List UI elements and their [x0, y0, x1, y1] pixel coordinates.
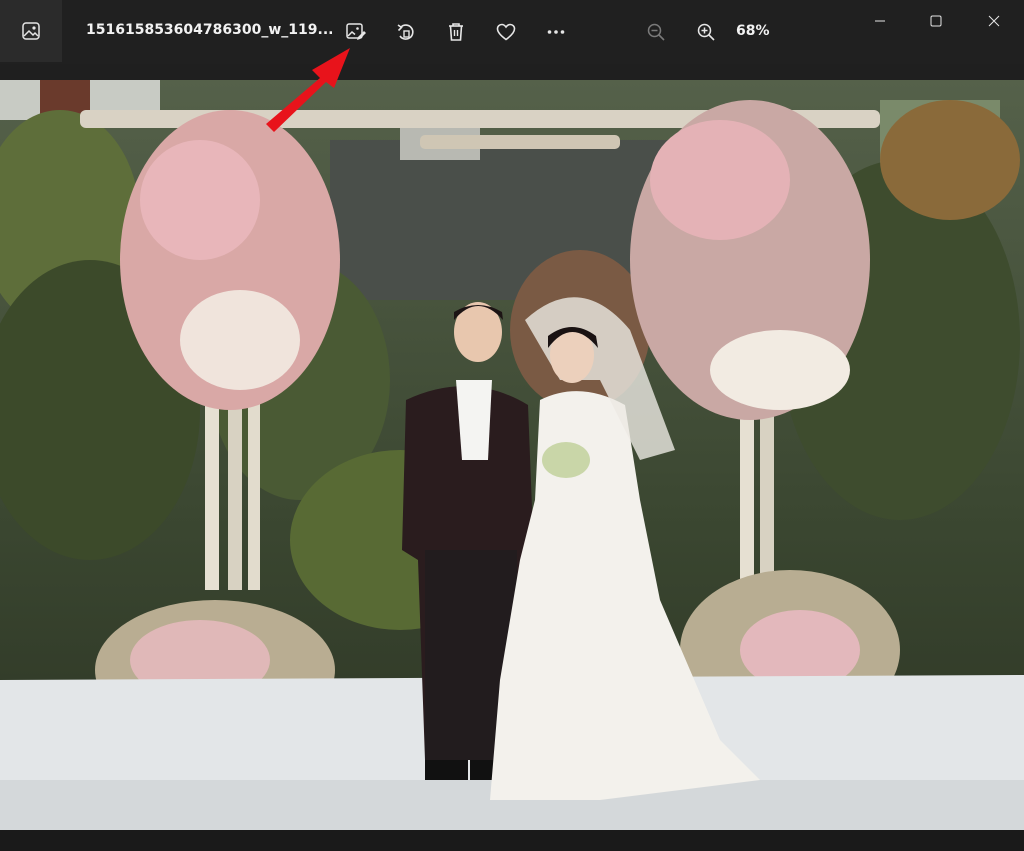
photos-app-button[interactable] — [0, 0, 62, 62]
file-name: 151615853604786300_w_119... — [86, 22, 334, 38]
favorite-icon — [496, 23, 516, 41]
wedding-photo-illustration — [0, 80, 1024, 830]
rotate-icon — [397, 24, 414, 40]
zoom-out-button[interactable] — [640, 16, 672, 48]
photos-app-window: 151615853604786300_w_119... 68% — [0, 0, 1024, 851]
delete-button[interactable] — [440, 16, 472, 48]
minimize-icon — [875, 20, 885, 22]
edit-image-button[interactable] — [340, 16, 372, 48]
delete-icon — [449, 23, 463, 41]
photos-app-icon — [22, 22, 40, 40]
minimize-button[interactable] — [852, 0, 908, 42]
wedding-photo[interactable] — [0, 80, 1024, 830]
title-bar: 151615853604786300_w_119... 68% — [0, 0, 1024, 64]
more-icon — [547, 30, 565, 34]
maximize-button[interactable] — [908, 0, 964, 42]
zoom-in-button[interactable] — [690, 16, 722, 48]
edit-image-icon — [346, 23, 366, 40]
zoom-in-icon — [697, 23, 715, 41]
rotate-button[interactable] — [390, 16, 422, 48]
close-icon — [988, 15, 1000, 27]
bottom-film-strip-bar — [0, 830, 1024, 851]
zoom-level[interactable]: 68% — [736, 23, 770, 39]
favorite-button[interactable] — [490, 16, 522, 48]
close-button[interactable] — [966, 0, 1022, 42]
zoom-out-icon — [647, 23, 665, 41]
more-options-button[interactable] — [540, 16, 572, 48]
maximize-icon — [930, 15, 942, 27]
